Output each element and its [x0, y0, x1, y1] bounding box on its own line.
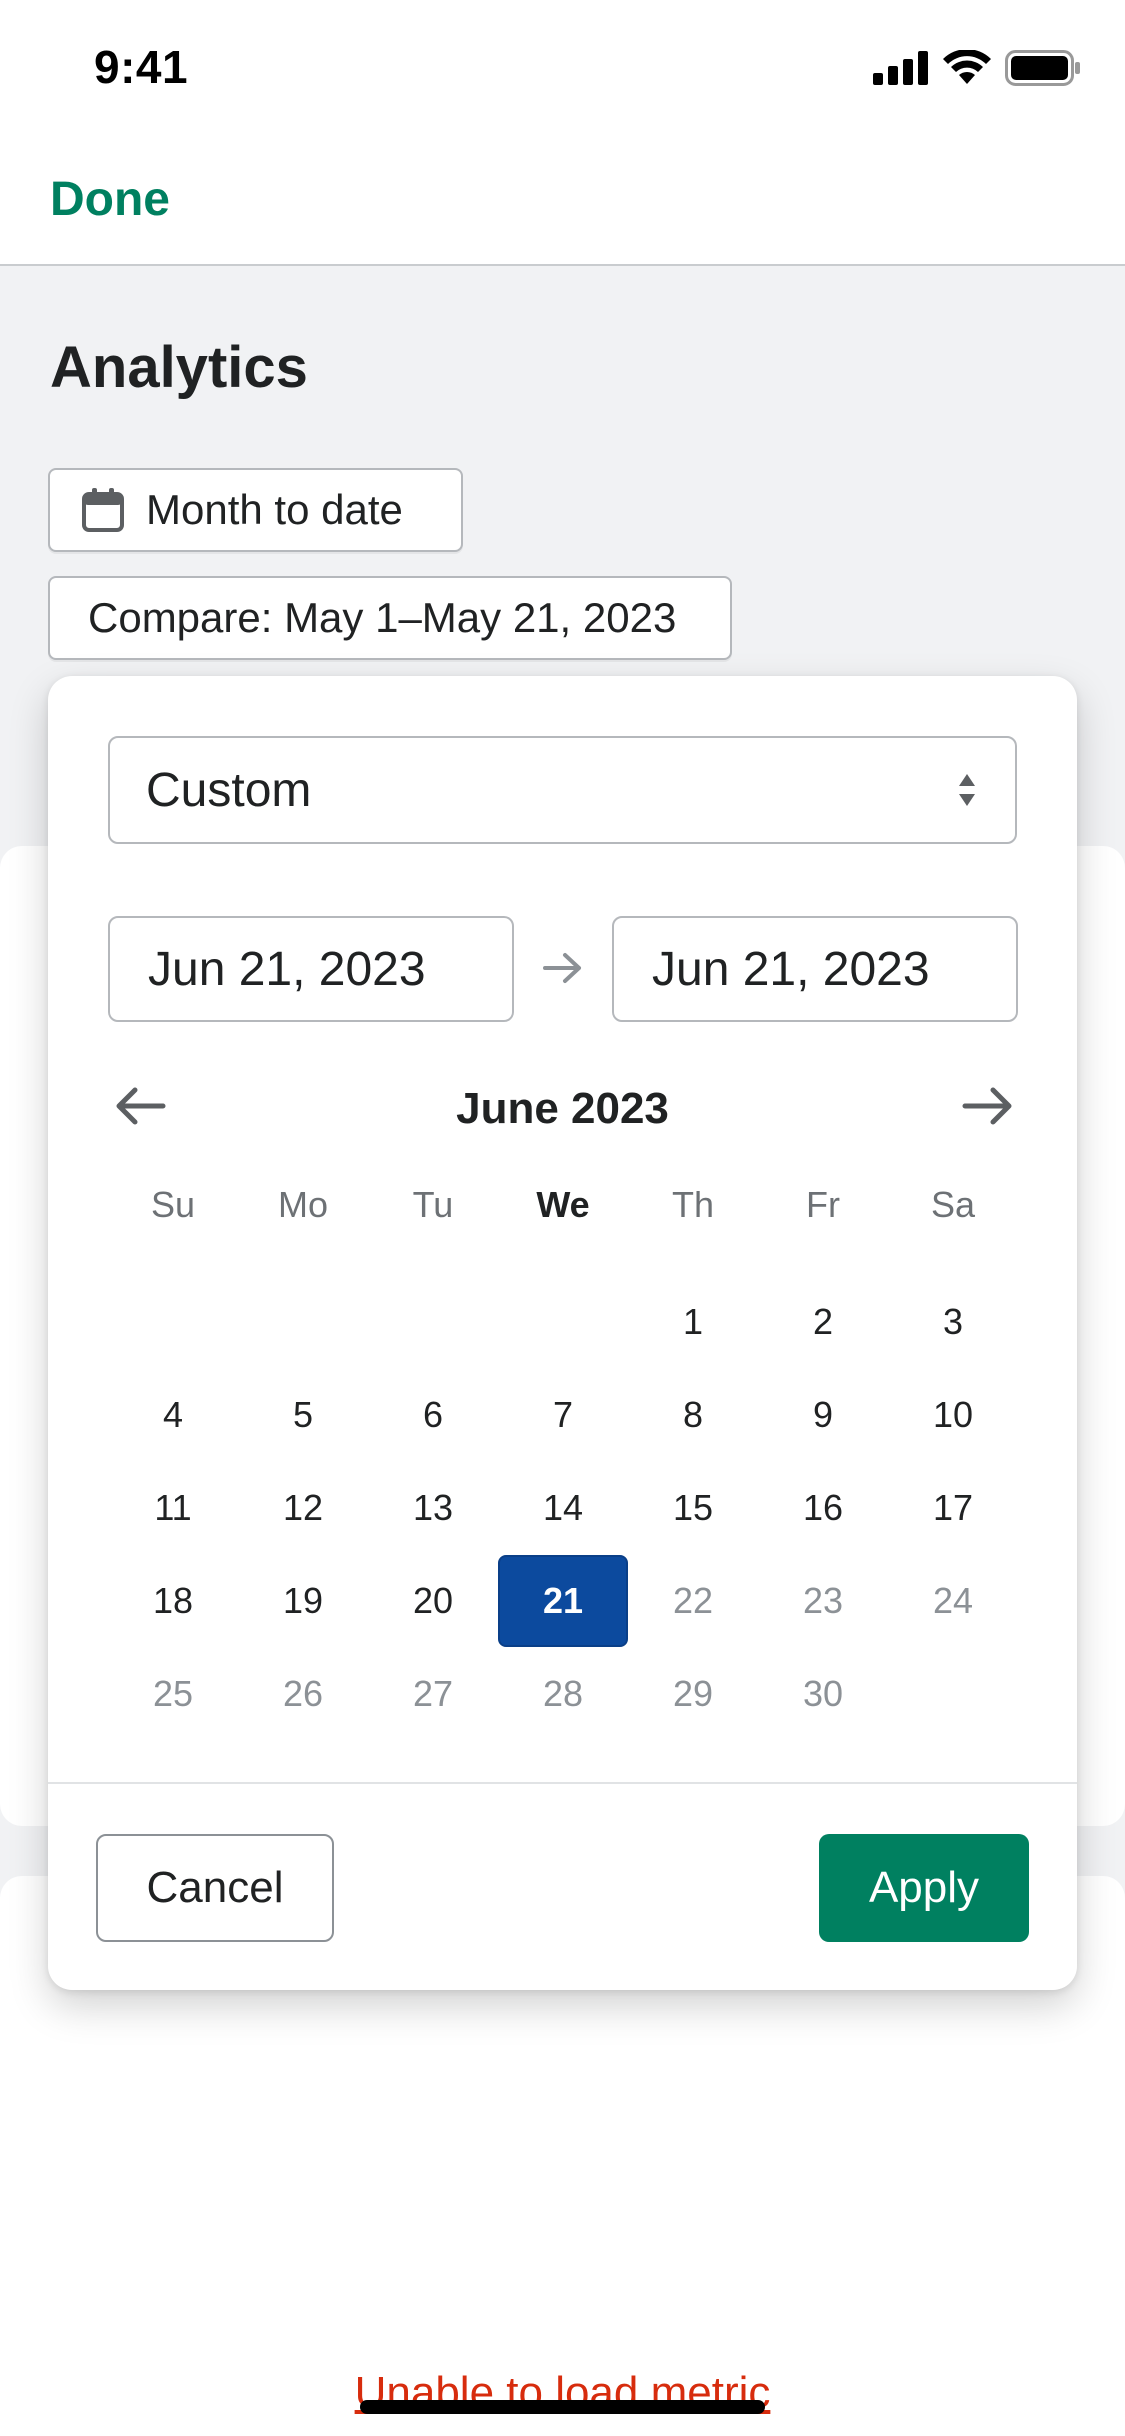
- next-month-button[interactable]: [958, 1076, 1018, 1136]
- calendar-day[interactable]: 5: [238, 1369, 368, 1461]
- start-date-input[interactable]: Jun 21, 2023: [108, 916, 514, 1022]
- month-title: June 2023: [456, 1084, 669, 1133]
- weekday-label: We: [536, 1184, 590, 1225]
- calendar-day-selected[interactable]: 21: [498, 1555, 628, 1647]
- divider: [48, 1782, 1077, 1784]
- weekday-label: Sa: [930, 1184, 976, 1225]
- calendar-day[interactable]: 9: [758, 1369, 888, 1461]
- calendar-day[interactable]: 1: [628, 1276, 758, 1368]
- apply-label: Apply: [868, 1863, 980, 1912]
- calendar-day[interactable]: 4: [108, 1369, 238, 1461]
- home-indicator: [360, 2400, 765, 2414]
- battery-icon: [1005, 50, 1080, 86]
- start-date-value: Jun 21, 2023: [148, 942, 426, 996]
- calendar-day: 25: [152, 1673, 194, 1714]
- calendar-day[interactable]: 17: [888, 1462, 1018, 1554]
- end-date-value: Jun 21, 2023: [652, 942, 930, 996]
- analytics-screen: 9:41 Done Analytics Month to date Compar…: [0, 0, 1125, 2436]
- weekday-label: Tu: [412, 1184, 454, 1225]
- calendar-day: 26: [282, 1673, 324, 1714]
- done-button[interactable]: Done: [50, 172, 170, 227]
- calendar-day[interactable]: 16: [758, 1462, 888, 1554]
- calendar-day: 28: [542, 1673, 584, 1714]
- date-preset-select[interactable]: Custom: [108, 736, 1017, 844]
- calendar-day[interactable]: 7: [498, 1369, 628, 1461]
- calendar-day[interactable]: 13: [368, 1462, 498, 1554]
- status-time: 9:41: [94, 41, 189, 93]
- weekday-label: Fr: [806, 1184, 840, 1225]
- weekday-label: Su: [150, 1184, 196, 1225]
- status-icons: [873, 50, 1081, 86]
- calendar-day[interactable]: 12: [238, 1462, 368, 1554]
- compare-label: Compare: May 1–May 21, 2023: [88, 594, 677, 641]
- page-title: Analytics: [50, 335, 308, 400]
- calendar-day: 23: [802, 1580, 844, 1621]
- date-picker-popover: Custom Jun 21, 2023 Jun 21, 2023 June 20…: [48, 676, 1077, 1990]
- calendar-day[interactable]: 8: [628, 1369, 758, 1461]
- weekday-label: Mo: [277, 1184, 328, 1225]
- weekday-label: Th: [671, 1184, 714, 1225]
- calendar-day[interactable]: 19: [238, 1555, 368, 1647]
- calendar-day[interactable]: 18: [108, 1555, 238, 1647]
- end-date-input[interactable]: Jun 21, 2023: [612, 916, 1018, 1022]
- status-bar: 9:41: [0, 0, 1125, 132]
- calendar-day: 27: [412, 1673, 454, 1714]
- calendar-day: 29: [672, 1673, 714, 1714]
- calendar-day: 30: [802, 1673, 844, 1714]
- cellular-signal-icon: [873, 51, 928, 85]
- calendar-day[interactable]: 6: [368, 1369, 498, 1461]
- arrow-right-icon: [543, 953, 581, 983]
- navigation-bar: Done: [0, 132, 1125, 266]
- cancel-label: Cancel: [146, 1863, 284, 1912]
- calendar-day[interactable]: 14: [498, 1462, 628, 1554]
- calendar-day: 24: [932, 1580, 974, 1621]
- date-range-button[interactable]: Month to date: [48, 468, 463, 552]
- calendar-day[interactable]: 20: [368, 1555, 498, 1647]
- calendar-day[interactable]: 3: [888, 1276, 1018, 1368]
- cancel-button[interactable]: Cancel: [96, 1834, 334, 1942]
- wifi-icon: [943, 50, 991, 84]
- arrow-right-icon: [962, 1087, 1012, 1125]
- calendar-day[interactable]: 2: [758, 1276, 888, 1368]
- calendar-icon: [82, 488, 124, 532]
- apply-button[interactable]: Apply: [819, 1834, 1029, 1942]
- calendar-day[interactable]: 15: [628, 1462, 758, 1554]
- calendar-day[interactable]: 11: [108, 1462, 238, 1554]
- compare-button[interactable]: Compare: May 1–May 21, 2023: [48, 576, 732, 660]
- calendar-day[interactable]: 10: [888, 1369, 1018, 1461]
- select-caret-icon: [959, 774, 975, 806]
- date-range-label: Month to date: [146, 486, 403, 533]
- calendar-day: 22: [672, 1580, 714, 1621]
- date-preset-value: Custom: [146, 763, 312, 817]
